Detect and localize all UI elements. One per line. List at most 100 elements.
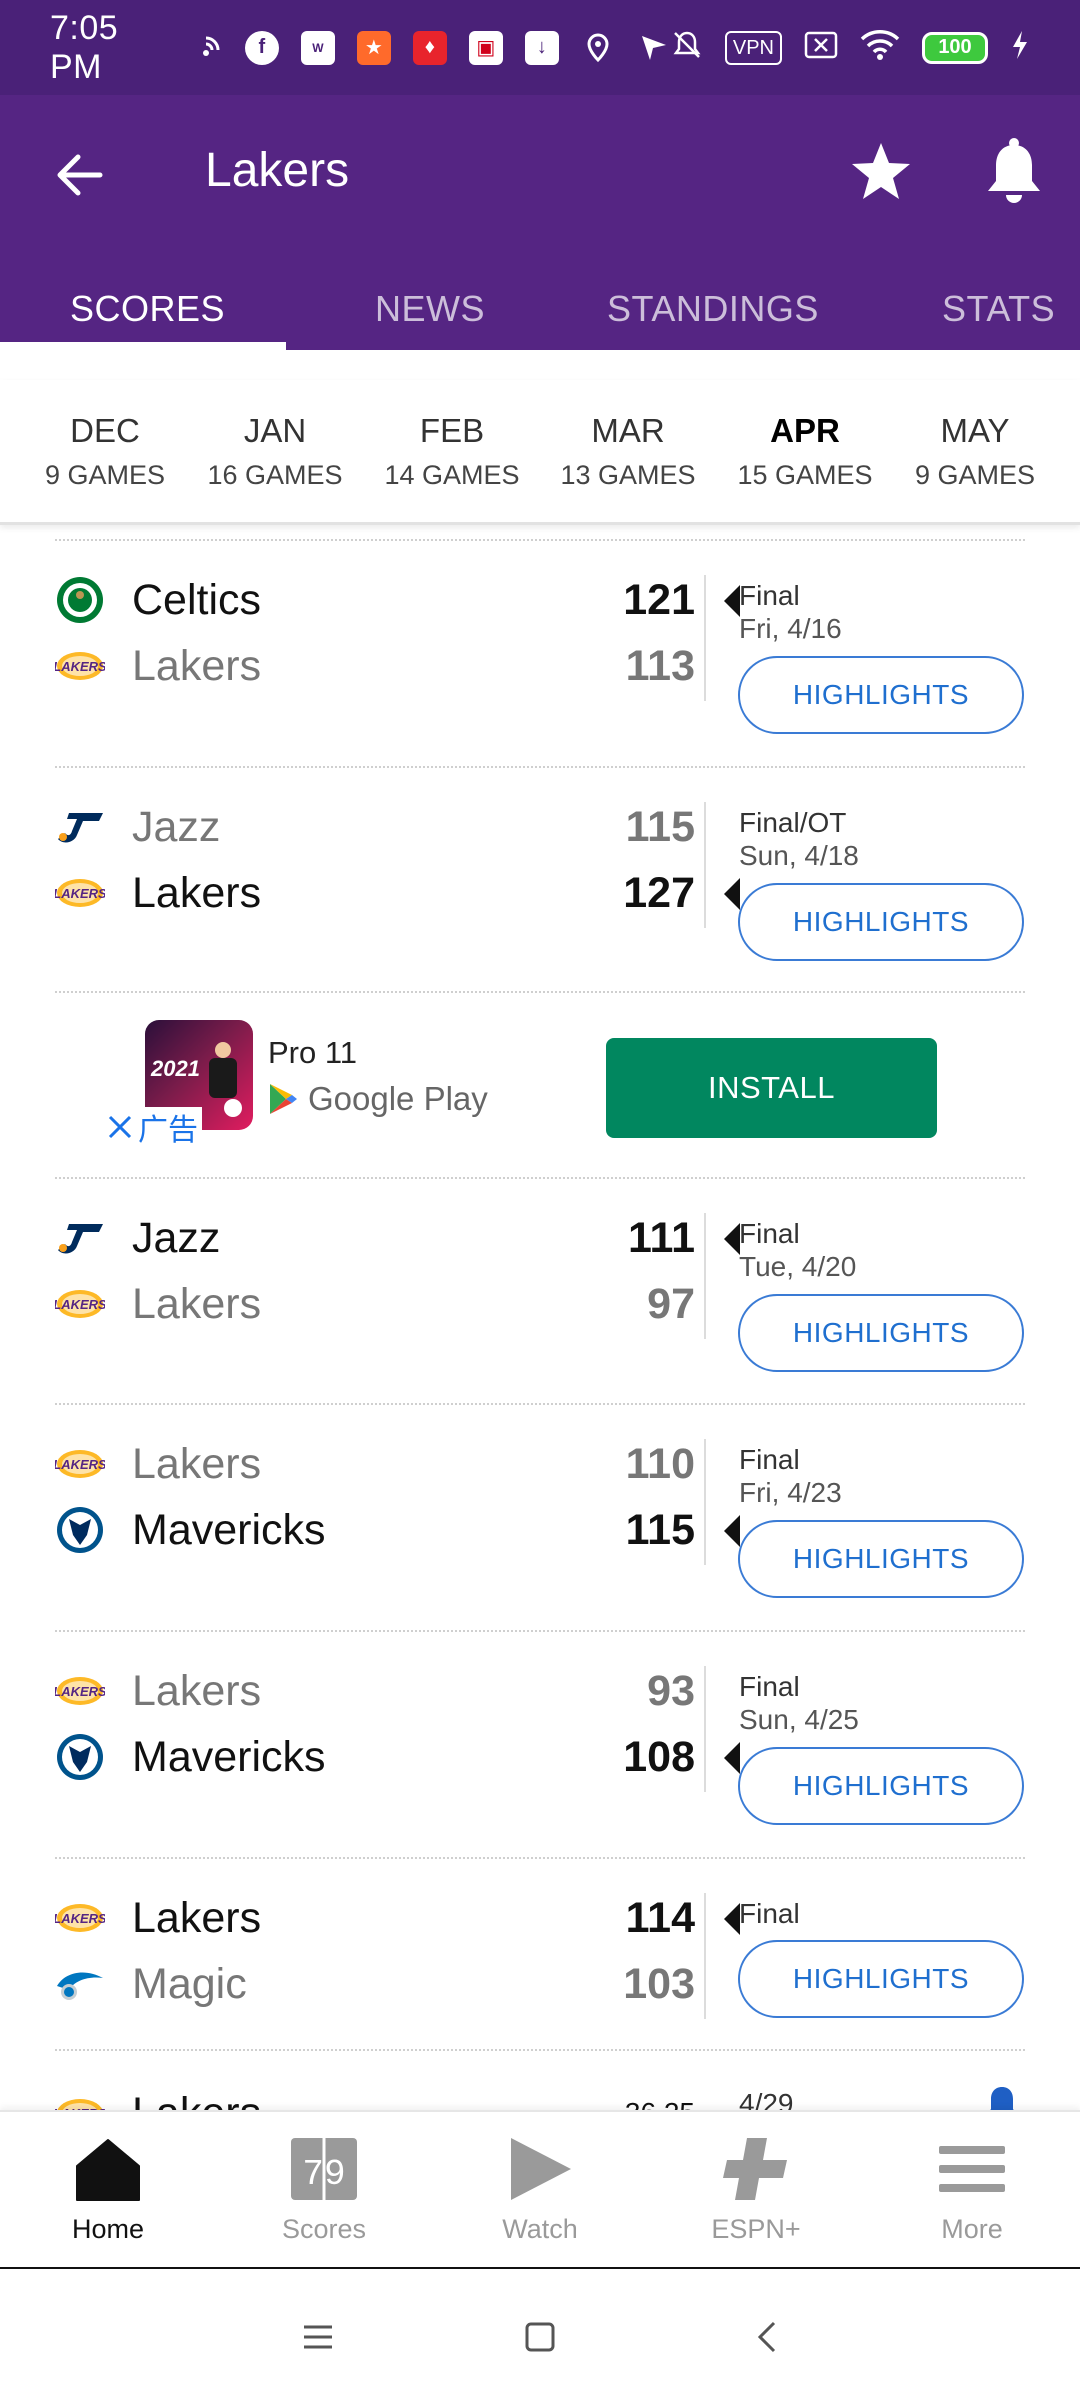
game-row[interactable]: Celtics 121 LAKERS Lakers 113 Final Fri,…: [0, 540, 1080, 767]
game-row[interactable]: LAKERS Lakers 93 Mavericks 108 Final Sun…: [0, 1631, 1080, 1858]
team-row: Jazz 115: [55, 794, 695, 860]
plus-icon: [716, 2134, 796, 2204]
tab-scores[interactable]: SCORES: [70, 288, 225, 330]
svg-text:LAKERS: LAKERS: [55, 659, 105, 674]
month-jan[interactable]: JAN 16 GAMES: [190, 412, 360, 491]
game-row[interactable]: LAKERS Lakers 36.25 4/29: [0, 2050, 1080, 2110]
nav-scores[interactable]: 79 Scores: [234, 2134, 414, 2245]
team-score: 114: [625, 1893, 695, 1942]
recents-icon: [304, 2325, 332, 2349]
game-date: Fri, 4/16: [739, 613, 842, 644]
player-figure-icon: [209, 1042, 242, 1117]
month-name: MAR: [591, 412, 665, 449]
team-score: 115: [625, 1505, 695, 1554]
tab-news[interactable]: NEWS: [375, 288, 485, 330]
game-status: Final: [739, 1218, 800, 1249]
team-name: Mavericks: [132, 1505, 326, 1554]
game-row[interactable]: LAKERS Lakers 110 Mavericks 115 Final Fr…: [0, 1404, 1080, 1631]
nav-more[interactable]: More: [882, 2134, 1062, 2245]
battery-indicator: 100: [922, 31, 988, 64]
team-name: Lakers: [132, 1893, 262, 1942]
game-status: Final: [739, 580, 800, 611]
status-time: 7:05 PM: [50, 8, 119, 86]
svg-text:LAKERS: LAKERS: [55, 1911, 105, 1926]
month-feb[interactable]: FEB 14 GAMES: [367, 412, 537, 491]
month-game-count: 16 GAMES: [207, 460, 343, 490]
winner-indicator-icon: [724, 1903, 740, 1935]
highlights-button[interactable]: HIGHLIGHTS: [738, 1520, 1024, 1598]
star-icon: [852, 143, 910, 199]
winner-indicator-icon: [724, 1742, 740, 1774]
svg-text:LAKERS: LAKERS: [55, 1684, 105, 1699]
tab-standings[interactable]: STANDINGS: [607, 288, 819, 330]
system-nav-bar: [0, 2267, 1080, 2400]
system-status-icons: VPN 100: [671, 29, 1030, 67]
game-status: Final: [739, 1444, 800, 1475]
back-button[interactable]: [50, 145, 110, 205]
nav-label: Watch: [502, 2214, 578, 2244]
notification-icons: f W ★ ♦ ▣ ↓: [189, 30, 671, 65]
jazz-logo-icon: [55, 802, 105, 852]
month-game-count: 14 GAMES: [384, 460, 520, 490]
lakers-logo-icon: LAKERS: [55, 868, 105, 918]
highlights-button[interactable]: HIGHLIGHTS: [738, 1747, 1024, 1825]
page-title: Lakers: [205, 144, 350, 197]
team-name: Lakers: [132, 1279, 262, 1328]
active-tab-indicator: [0, 342, 286, 350]
game-date: Fri, 4/23: [739, 1477, 842, 1508]
highlights-button[interactable]: HIGHLIGHTS: [738, 883, 1024, 961]
month-game-count: 13 GAMES: [560, 460, 696, 490]
winner-indicator-icon: [724, 878, 740, 910]
ad-banner[interactable]: 2021 Pro 11 Google Play 广告 INSTALL: [0, 992, 1080, 1167]
month-name: APR: [770, 412, 840, 449]
team-row: Magic 103: [55, 1951, 695, 2017]
lakers-logo-icon: LAKERS: [55, 2088, 105, 2110]
highlights-button[interactable]: HIGHLIGHTS: [738, 1940, 1024, 2018]
month-name: MAY: [940, 412, 1010, 449]
divider-vertical: [704, 802, 706, 928]
favorite-button[interactable]: [848, 139, 914, 205]
game-row[interactable]: Jazz 115 LAKERS Lakers 127 Final/OT Sun,…: [0, 767, 1080, 994]
google-play-icon: [270, 1084, 297, 1114]
no-sim-icon: [804, 31, 838, 65]
team-row: LAKERS Lakers 127: [55, 860, 740, 926]
shopping-icon: ♦: [412, 30, 447, 65]
svg-text:LAKERS: LAKERS: [55, 1457, 105, 1472]
back-system-button[interactable]: [740, 2309, 796, 2365]
team-score: 127: [623, 868, 695, 917]
game-date: Sun, 4/25: [739, 1704, 859, 1735]
highlights-button[interactable]: HIGHLIGHTS: [738, 656, 1024, 734]
ad-title: Pro 11: [268, 1035, 358, 1070]
team-score: 108: [623, 1732, 695, 1781]
team-score: 93: [647, 1666, 695, 1715]
tab-stats[interactable]: STATS: [942, 288, 1055, 330]
game-row[interactable]: Jazz 111 LAKERS Lakers 97 Final Tue, 4/2…: [0, 1178, 1080, 1405]
alerts-button[interactable]: [982, 137, 1046, 207]
nav-watch[interactable]: Watch: [450, 2134, 630, 2245]
nav-espn-plus[interactable]: ESPN+: [666, 2134, 846, 2245]
games-list: Celtics 121 LAKERS Lakers 113 Final Fri,…: [0, 525, 1080, 2110]
divider-vertical: [704, 1213, 706, 1339]
recents-button[interactable]: [290, 2309, 346, 2365]
ad-close-button[interactable]: 广告: [106, 1107, 202, 1147]
install-button[interactable]: INSTALL: [606, 1038, 937, 1138]
month-mar[interactable]: MAR 13 GAMES: [543, 412, 713, 491]
scoreboard-icon: 79: [284, 2134, 364, 2204]
home-system-button[interactable]: [512, 2309, 568, 2365]
month-name: JAN: [243, 412, 307, 449]
lakers-logo-icon: LAKERS: [55, 1279, 105, 1329]
highlights-button[interactable]: HIGHLIGHTS: [738, 1294, 1024, 1372]
game-status: Final: [739, 1671, 800, 1702]
play-icon: [500, 2134, 580, 2204]
charging-icon: [1010, 29, 1030, 67]
month-dec[interactable]: DEC 9 GAMES: [20, 412, 190, 491]
ad-label: 广告: [138, 1114, 198, 1147]
month-apr[interactable]: APR 15 GAMES: [720, 412, 890, 491]
mavericks-logo-icon: [55, 1505, 105, 1555]
winner-indicator-icon: [724, 585, 740, 617]
nav-home[interactable]: Home: [18, 2134, 198, 2245]
send-icon: [637, 31, 671, 65]
month-may[interactable]: MAY 9 GAMES: [890, 412, 1060, 491]
team-score: 121: [623, 575, 695, 624]
notification-bell-icon[interactable]: [985, 2085, 1019, 2110]
